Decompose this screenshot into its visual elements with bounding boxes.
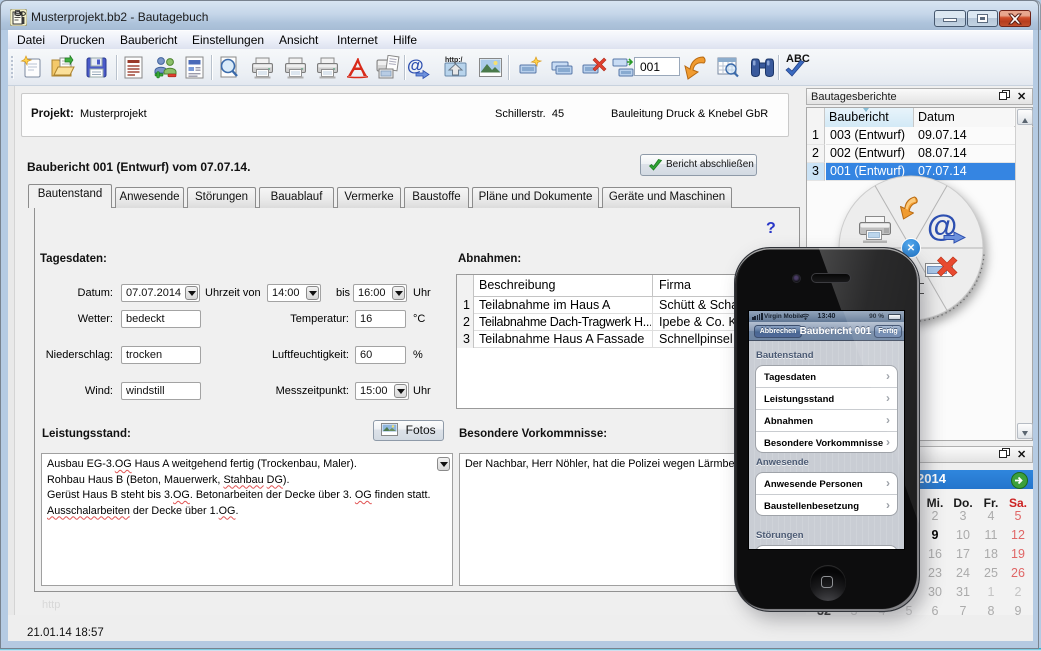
svg-text:@: @ <box>407 56 424 75</box>
svg-text:http:/: http:/ <box>445 57 463 64</box>
